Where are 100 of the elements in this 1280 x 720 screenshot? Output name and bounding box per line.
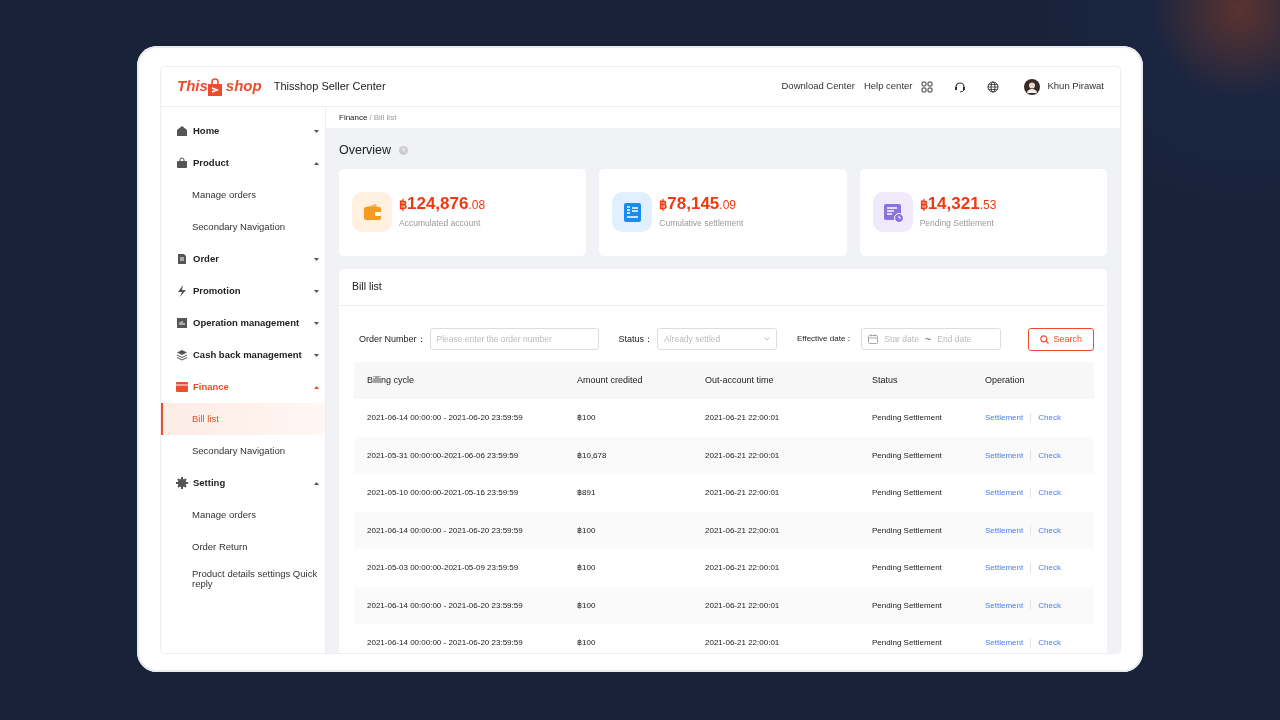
table-cell-text: 2021-06-21 22:00:01 bbox=[705, 487, 781, 499]
table-cell-text: ฿100 bbox=[577, 562, 597, 574]
amount: ฿78,145.09 bbox=[659, 194, 737, 212]
table-cell-text: 2021-05-31 00:00:00-2021-06-06 23:59:59 bbox=[367, 449, 520, 462]
header-link[interactable]: Help center bbox=[863, 79, 913, 94]
check-link[interactable]: Check bbox=[1038, 638, 1061, 647]
table-cell-text: Pending Settlement bbox=[872, 487, 943, 499]
document-icon bbox=[176, 253, 188, 265]
header-link[interactable]: Download Center bbox=[781, 79, 855, 94]
table-cell-text: Pending Settlement bbox=[872, 637, 943, 649]
settlement-link[interactable]: Settlement bbox=[985, 525, 1024, 535]
sidebar-item[interactable]: Promotion bbox=[161, 275, 325, 307]
stat-label: Accumulated account bbox=[399, 216, 482, 230]
stat-label: Pending Settlement bbox=[919, 216, 995, 230]
user-name[interactable]: Khun Pirawat bbox=[1047, 79, 1104, 94]
settlement-link[interactable]: Settlement bbox=[985, 638, 1024, 647]
sidebar-item[interactable]: Home bbox=[161, 115, 325, 147]
bag-icon bbox=[207, 77, 222, 96]
sidebar-subitem[interactable]: Manage orders bbox=[161, 179, 325, 211]
breadcrumb-link[interactable]: Finance bbox=[339, 111, 368, 124]
column-header: Operation bbox=[985, 373, 1026, 387]
stat-label: Cumulative settlement bbox=[659, 216, 744, 230]
check-link[interactable]: Check bbox=[1038, 488, 1061, 497]
sidebar-subitem[interactable]: Secondary Navigation bbox=[161, 211, 325, 243]
field-label: Order Number： bbox=[359, 332, 426, 346]
caret-up-icon bbox=[314, 481, 319, 485]
house-icon bbox=[176, 125, 188, 137]
table-cell-text: 2021-06-21 22:00:01 bbox=[705, 412, 781, 424]
sidebar-subitem[interactable]: Order Return bbox=[161, 531, 325, 563]
table-cell-text: ฿100 bbox=[577, 524, 597, 537]
sidebar-item[interactable]: Finance bbox=[161, 371, 325, 403]
section-title: Overview bbox=[339, 142, 392, 159]
check-link[interactable]: Check bbox=[1038, 450, 1061, 460]
chart-icon bbox=[176, 317, 188, 329]
logo-text: This bbox=[177, 76, 208, 97]
settlement-link[interactable]: Settlement bbox=[985, 563, 1024, 572]
table-cell-text: 2021-06-21 22:00:01 bbox=[705, 524, 781, 537]
caret-up-icon bbox=[314, 161, 319, 165]
bag-icon bbox=[176, 157, 188, 169]
column-header: Billing cycle bbox=[367, 373, 416, 387]
avatar-icon bbox=[1024, 78, 1041, 95]
table-cell-text: 2021-06-14 00:00:00 - 2021-06-20 23:59:59 bbox=[367, 599, 524, 612]
table-cell-text: 2021-05-10 00:00:00-2021-05-16 23:59:59 bbox=[367, 487, 520, 499]
check-link[interactable]: Check bbox=[1038, 525, 1061, 535]
search-button[interactable]: Search bbox=[1028, 327, 1094, 351]
table-cell-text: 2021-06-21 22:00:01 bbox=[705, 637, 781, 649]
check-link[interactable]: Check bbox=[1038, 413, 1061, 422]
caret-down-icon bbox=[314, 353, 319, 357]
table-cell-text: Pending Settlement bbox=[872, 524, 943, 537]
help-icon bbox=[399, 145, 409, 155]
sidebar-subitem[interactable]: Secondary Navigation bbox=[161, 435, 325, 467]
check-link[interactable]: Check bbox=[1038, 600, 1061, 610]
headset-icon[interactable] bbox=[954, 80, 967, 93]
check-link[interactable]: Check bbox=[1038, 563, 1061, 572]
amount: ฿124,876.08 bbox=[399, 194, 486, 212]
sidebar-subitem[interactable]: Manage orders bbox=[161, 499, 325, 531]
table-cell-text: 2021-06-14 00:00:00 - 2021-06-20 23:59:59 bbox=[367, 637, 524, 649]
sidebar-subitem[interactable]: Bill list bbox=[161, 403, 325, 435]
sidebar-subitem[interactable]: Product details settings Quick reply bbox=[161, 563, 325, 595]
sidebar-item[interactable]: Order bbox=[161, 243, 325, 275]
panel-title: Bill list bbox=[352, 278, 382, 294]
caret-down-icon bbox=[314, 129, 319, 133]
input-field[interactable]: Please enter the order number bbox=[429, 328, 599, 351]
sidebar-item[interactable]: Operation management bbox=[161, 307, 325, 339]
amount: ฿14,321.53 bbox=[919, 194, 997, 212]
settlement-link[interactable]: Settlement bbox=[985, 488, 1024, 497]
lightning-icon bbox=[176, 285, 188, 297]
table-cell-text: ฿891 bbox=[577, 487, 597, 499]
calendar-icon bbox=[868, 334, 879, 345]
breadcrumb-separator: / bbox=[369, 111, 372, 124]
table-cell-text: 2021-06-21 22:00:01 bbox=[705, 562, 781, 574]
settlement-link[interactable]: Settlement bbox=[985, 413, 1024, 422]
table-cell-text: Pending Settlement bbox=[872, 562, 943, 574]
table-cell-text: 2021-06-21 22:00:01 bbox=[705, 599, 781, 612]
caret-up-icon bbox=[314, 385, 319, 389]
date-range-field[interactable]: Star date ~ End date bbox=[861, 328, 1002, 351]
caret-down-icon bbox=[314, 257, 319, 261]
app-title: Thisshop Seller Center bbox=[273, 79, 386, 95]
column-header: Amount credited bbox=[577, 373, 644, 387]
globe-icon[interactable] bbox=[987, 80, 1000, 93]
sidebar-item[interactable]: Product bbox=[161, 147, 325, 179]
table-cell-text: Pending Settlement bbox=[872, 412, 943, 424]
clock-list-icon bbox=[881, 201, 904, 224]
column-header: Status bbox=[872, 373, 899, 387]
logo-text: shop bbox=[225, 76, 262, 97]
table-cell-text: ฿100 bbox=[577, 599, 597, 612]
sidebar-item[interactable]: Setting bbox=[161, 467, 325, 499]
search-icon bbox=[1040, 334, 1050, 344]
table-cell-text: 2021-06-21 22:00:01 bbox=[705, 449, 781, 462]
apps-icon[interactable] bbox=[921, 80, 934, 93]
sidebar-item[interactable]: Cash back management bbox=[161, 339, 325, 371]
settlement-link[interactable]: Settlement bbox=[985, 600, 1024, 610]
settings-icon bbox=[176, 477, 188, 489]
table-cell-text: Pending Settlement bbox=[872, 599, 943, 612]
column-header: Out-account time bbox=[705, 373, 775, 387]
table-cell-text: ฿100 bbox=[577, 637, 597, 649]
settlement-link[interactable]: Settlement bbox=[985, 450, 1024, 460]
field-label: Effective date： bbox=[797, 333, 854, 346]
chevron-down-icon bbox=[764, 337, 771, 342]
caret-down-icon bbox=[314, 321, 319, 325]
